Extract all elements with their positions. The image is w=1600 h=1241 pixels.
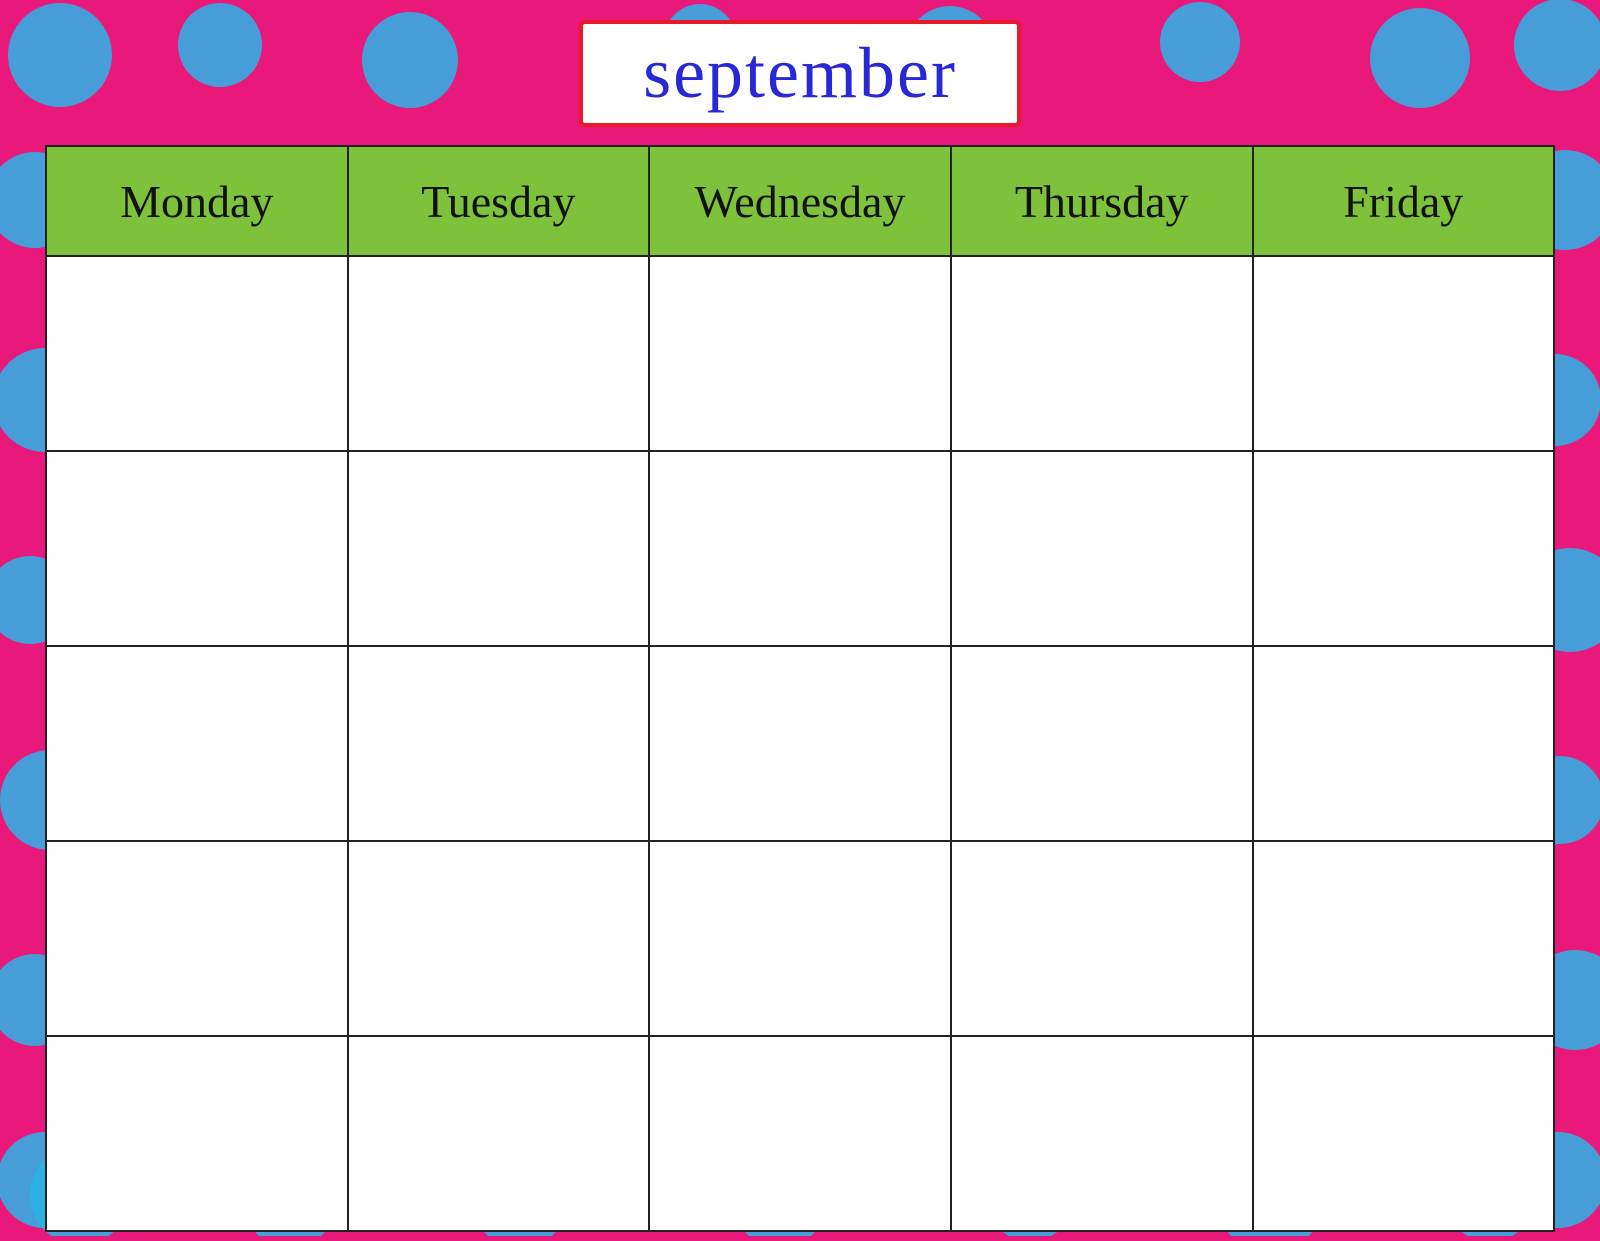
- cell-row2-mon[interactable]: [46, 451, 348, 646]
- cell-row1-mon[interactable]: [46, 256, 348, 451]
- month-title: september: [643, 33, 957, 113]
- calendar-row-4: [46, 841, 1554, 1036]
- cell-row3-mon[interactable]: [46, 646, 348, 841]
- cell-row4-wed[interactable]: [649, 841, 951, 1036]
- calendar-row-2: [46, 451, 1554, 646]
- cell-row5-tue[interactable]: [348, 1036, 650, 1231]
- header-monday: Monday: [46, 146, 348, 256]
- calendar-wrapper: september Monday Tuesday Wednesday Thurs…: [0, 0, 1600, 1236]
- cell-row3-wed[interactable]: [649, 646, 951, 841]
- cell-row2-wed[interactable]: [649, 451, 951, 646]
- cell-row5-fri[interactable]: [1253, 1036, 1555, 1231]
- cell-row3-thu[interactable]: [951, 646, 1253, 841]
- day-headers-row: Monday Tuesday Wednesday Thursday Friday: [46, 146, 1554, 256]
- month-title-container: september: [579, 20, 1021, 127]
- cell-row5-thu[interactable]: [951, 1036, 1253, 1231]
- calendar-row-3: [46, 646, 1554, 841]
- header-tuesday: Tuesday: [348, 146, 650, 256]
- calendar-table: Monday Tuesday Wednesday Thursday Friday: [45, 145, 1555, 1232]
- cell-row1-thu[interactable]: [951, 256, 1253, 451]
- calendar-row-5: [46, 1036, 1554, 1231]
- cell-row1-tue[interactable]: [348, 256, 650, 451]
- cell-row3-tue[interactable]: [348, 646, 650, 841]
- cell-row4-fri[interactable]: [1253, 841, 1555, 1036]
- cell-row2-fri[interactable]: [1253, 451, 1555, 646]
- cell-row1-fri[interactable]: [1253, 256, 1555, 451]
- cell-row1-wed[interactable]: [649, 256, 951, 451]
- header-friday: Friday: [1253, 146, 1555, 256]
- calendar-row-1: [46, 256, 1554, 451]
- cell-row4-mon[interactable]: [46, 841, 348, 1036]
- cell-row2-thu[interactable]: [951, 451, 1253, 646]
- header-thursday: Thursday: [951, 146, 1253, 256]
- cell-row4-tue[interactable]: [348, 841, 650, 1036]
- cell-row2-tue[interactable]: [348, 451, 650, 646]
- cell-row5-mon[interactable]: [46, 1036, 348, 1231]
- cell-row4-thu[interactable]: [951, 841, 1253, 1036]
- header-wednesday: Wednesday: [649, 146, 951, 256]
- cell-row3-fri[interactable]: [1253, 646, 1555, 841]
- cell-row5-wed[interactable]: [649, 1036, 951, 1231]
